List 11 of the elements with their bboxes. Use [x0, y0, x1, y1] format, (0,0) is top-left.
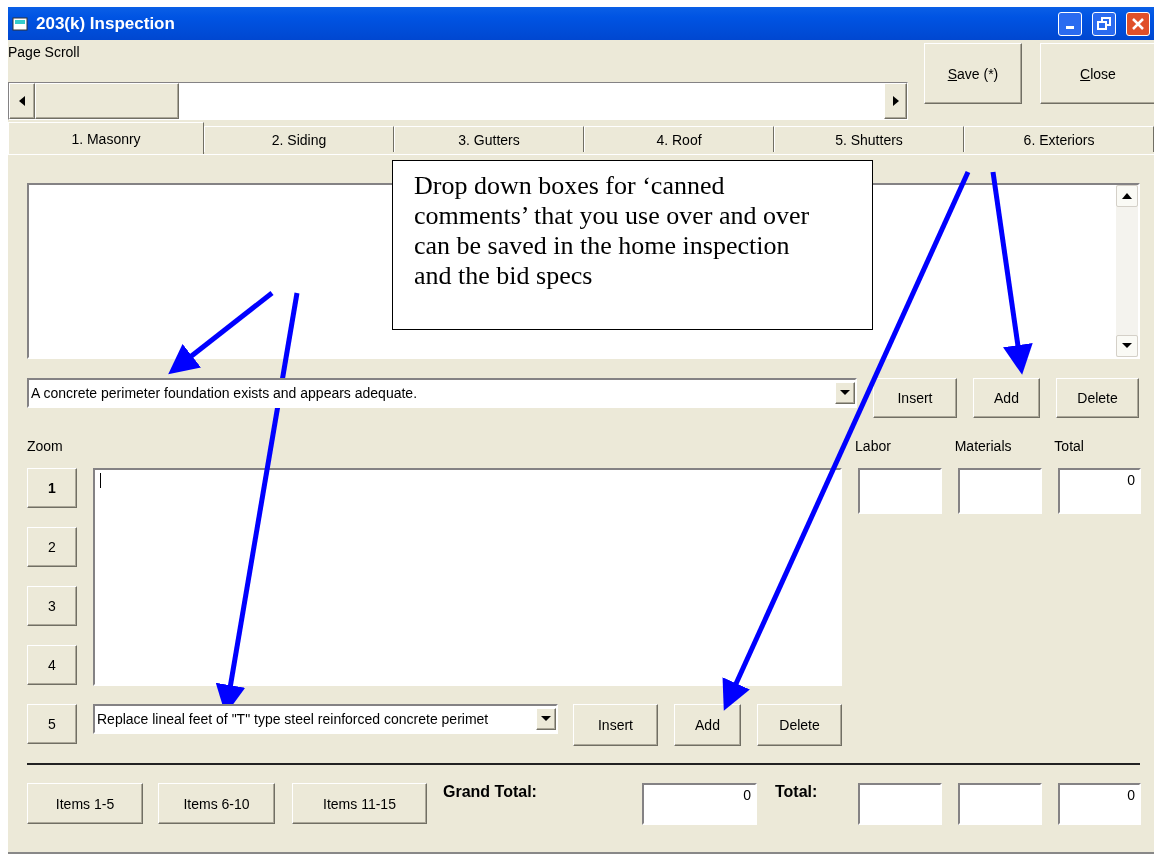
window-title: 203(k) Inspection — [36, 13, 176, 34]
cost-header: Labor — [855, 438, 892, 456]
dropdown-value: A concrete perimeter foundation exists and appears adequate. — [31, 385, 419, 401]
dropdown-value: Replace lineal feet of "T" type steel reinforced concrete perimet — [97, 711, 490, 727]
total-label: Total: — [775, 783, 819, 801]
zoom-label: Zoom — [27, 438, 64, 456]
page-scroll-label: Page Scroll — [8, 43, 81, 60]
grand-total-label: Grand Total: — [443, 783, 538, 801]
cost-header: Total — [1054, 438, 1085, 456]
annotation-tooltip: Drop down boxes for ‘canned comments’ that you use over and over can be saved in the home inspection and the bid specs — [392, 160, 873, 330]
cost-header: Materials — [954, 438, 1013, 456]
